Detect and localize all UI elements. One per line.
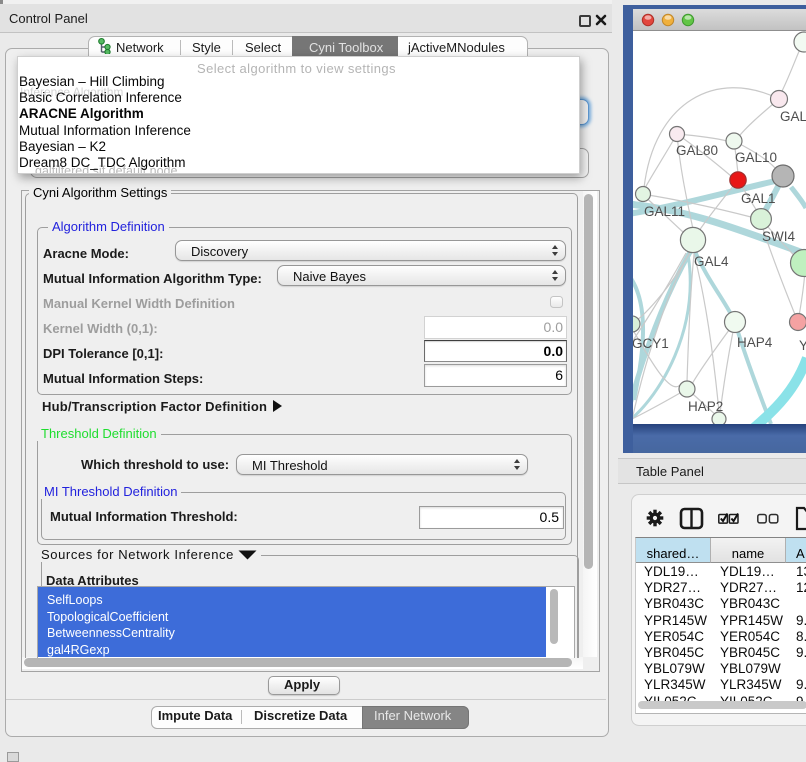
svg-text:HAP2: HAP2	[688, 399, 723, 414]
svg-text:GAL10: GAL10	[735, 150, 777, 165]
svg-text:GAL4: GAL4	[694, 254, 729, 269]
svg-text:SWI4: SWI4	[762, 229, 795, 244]
svg-text:GCY1: GCY1	[633, 336, 669, 351]
svg-text:HAP4: HAP4	[737, 335, 773, 350]
svg-text:Y: Y	[799, 338, 806, 353]
svg-text:GAL1: GAL1	[741, 191, 776, 206]
svg-text:GAL7: GAL7	[780, 109, 806, 124]
svg-text:GAL11: GAL11	[644, 204, 685, 219]
svg-text:GAL80: GAL80	[676, 143, 718, 158]
